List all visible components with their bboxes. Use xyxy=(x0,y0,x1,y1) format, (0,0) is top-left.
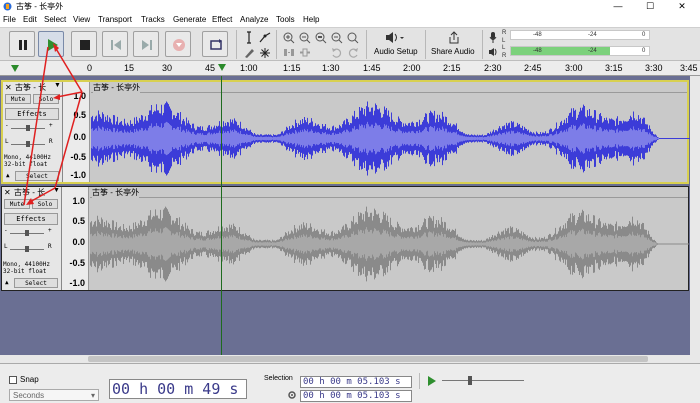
speed-slider[interactable] xyxy=(442,380,524,381)
selection-start-value: 00 h 00 m 05.103 s xyxy=(303,377,401,387)
annotation-arrows xyxy=(23,43,83,206)
snap-mode-select[interactable]: Seconds ▾ xyxy=(9,389,99,401)
play-at-speed-icon[interactable] xyxy=(426,375,438,387)
snap-label: Snap xyxy=(20,375,39,384)
selection-end-field[interactable]: 00 h 00 m 05.103 s xyxy=(300,390,412,402)
annotation-arrowhead xyxy=(53,94,60,100)
audio-position-value: 00 h 00 m 49 s xyxy=(112,380,239,398)
play-at-speed-toolbar xyxy=(419,373,527,389)
selection-end-value: 00 h 00 m 05.103 s xyxy=(303,391,401,401)
annotation-arrowhead xyxy=(53,43,59,52)
selection-label: Selection xyxy=(264,375,293,382)
chevron-down-icon: ▾ xyxy=(90,391,95,400)
snap-checkbox[interactable] xyxy=(9,376,17,384)
annotation-arrow-down xyxy=(54,91,83,189)
annotation-arrow-to-play xyxy=(54,46,83,93)
speed-slider-handle[interactable] xyxy=(468,376,472,385)
selection-toolbar: Snap Seconds ▾ 00 h 00 m 49 s Selection … xyxy=(0,363,700,403)
audio-position-display[interactable]: 00 h 00 m 49 s xyxy=(109,379,247,399)
annotation-arrow-play-to-solo xyxy=(23,46,49,206)
snap-mode-value: Seconds xyxy=(13,391,45,400)
annotation-arrow-to-solo-1 xyxy=(56,91,83,98)
annotation-arrowhead xyxy=(26,198,34,205)
selection-start-field[interactable]: 00 h 00 m 05.103 s xyxy=(300,376,412,388)
gear-icon[interactable] xyxy=(287,390,297,400)
